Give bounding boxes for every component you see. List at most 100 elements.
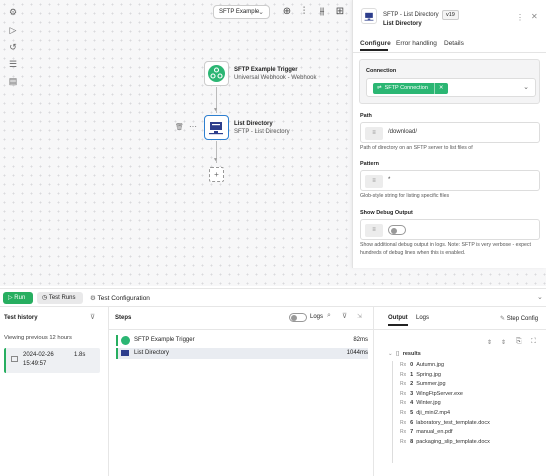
chevron-down-icon[interactable]: ⌄ — [537, 293, 543, 301]
run-label: Run — [14, 295, 26, 301]
logs-toggle[interactable] — [289, 313, 307, 322]
expression-icon[interactable]: ≡ — [365, 224, 383, 237]
test-config-label: Test Configuration — [97, 295, 150, 302]
play-icon: ▷ — [8, 295, 13, 301]
steps-title: Steps — [115, 315, 132, 321]
webhook-icon — [121, 336, 130, 345]
close-icon[interactable]: ✕ — [531, 12, 538, 21]
sort-icon[interactable]: ⇕ — [487, 339, 492, 346]
step-config-panel: SFTP - List Directory v19 List Directory… — [352, 0, 546, 268]
filter-icon[interactable]: ⊽ — [90, 313, 95, 321]
link-icon: ⇌ — [377, 85, 382, 91]
add-step-button[interactable]: + — [209, 167, 224, 182]
tree-item[interactable]: Rx 0 Autumn.jpg — [400, 362, 490, 372]
run-button[interactable]: ▷ Run — [3, 292, 33, 304]
tree-item[interactable]: Rx 1 Spring.jpg — [400, 372, 490, 382]
regex-type-icon: Rx — [400, 419, 407, 426]
test-history-title: Test history — [4, 315, 38, 321]
tree-item[interactable]: Rx 6 laboratory_test_template.docx — [400, 420, 490, 430]
path-hint: Path of directory on an SFTP server to l… — [360, 145, 473, 151]
expression-icon[interactable]: ≡ — [365, 127, 383, 140]
regex-type-icon: Rx — [400, 438, 407, 445]
filter-icon[interactable]: ⊽ — [342, 312, 347, 320]
expression-icon[interactable]: ≡ — [365, 175, 383, 188]
expand-icon[interactable]: ⛶ — [531, 338, 536, 346]
filter-sliders-icon[interactable]: ⫵ — [314, 5, 330, 19]
tree-guide — [392, 361, 393, 463]
test-toolbar: ▷ Run ◷ Test Runs ⚙ Test Configuration ⌄ — [0, 288, 546, 306]
test-runs-label: Test Runs — [48, 295, 76, 301]
webhook-icon — [208, 65, 225, 82]
tree-item[interactable]: Rx 5 dji_mini2.mp4 — [400, 410, 490, 420]
document-icon[interactable]: ▤ — [7, 75, 19, 87]
sftp-icon — [364, 12, 374, 21]
pattern-field[interactable]: ≡ * — [360, 170, 540, 191]
sftp-icon — [121, 350, 129, 356]
tab-logs[interactable]: Logs — [416, 315, 429, 321]
regex-type-icon: Rx — [400, 362, 407, 368]
tree-item[interactable]: Rx 2 Summer.jpg — [400, 381, 490, 391]
tab-configure[interactable]: Configure — [360, 40, 391, 47]
tree-root[interactable]: ⌄ [] results — [388, 351, 421, 361]
workflow-select[interactable]: SFTP Example ⌄ — [213, 5, 270, 19]
step-name[interactable]: List Directory — [383, 21, 422, 27]
grid-icon[interactable]: ⊞ — [332, 5, 348, 19]
run-time: 15:49:57 — [23, 361, 47, 367]
settings-icon[interactable]: ⚙ — [7, 6, 19, 18]
test-runs-button[interactable]: ◷ Test Runs — [37, 292, 83, 304]
connection-select[interactable]: ⇌ SFTP Connection ✕ ⌄ — [366, 78, 536, 97]
connection-section: Connection ⇌ SFTP Connection ✕ ⌄ — [359, 59, 540, 104]
tree-item[interactable]: Rx 8 packaging_slip_template.docx — [400, 439, 490, 449]
trigger-node-subtitle: Universal Webhook - Webhook — [234, 75, 317, 81]
remove-tag-icon[interactable]: ✕ — [433, 83, 444, 94]
test-history-panel: Test history ⊽ Viewing previous 12 hours… — [0, 307, 108, 476]
regex-type-icon: Rx — [400, 390, 407, 397]
step-row[interactable]: List Directory 1044ms — [116, 348, 368, 359]
connection-label: Connection — [366, 68, 397, 74]
list-directory-node-icon-box[interactable] — [204, 115, 229, 140]
regex-type-icon: Rx — [400, 381, 407, 388]
sliders-icon[interactable]: ⫶ — [296, 5, 312, 19]
path-field[interactable]: ≡ /download/ — [360, 122, 540, 143]
history-icon[interactable]: ↺ — [7, 41, 19, 53]
step-name: List Directory — [134, 350, 170, 356]
more-vertical-icon[interactable]: ⋮ — [516, 13, 524, 22]
sort-icon[interactable]: ⇕ — [501, 339, 506, 346]
globe-icon[interactable]: ⊕ — [279, 5, 295, 19]
logs-label: Logs — [310, 314, 324, 320]
trigger-node-icon-box[interactable] — [204, 61, 229, 86]
search-icon[interactable]: ⌕ — [327, 312, 331, 320]
tree-item[interactable]: Rx 7 manual_en.pdf — [400, 429, 490, 439]
pencil-icon: ✎ — [500, 316, 506, 322]
play-circle-icon[interactable]: ▷ — [7, 24, 19, 36]
inbox-icon[interactable]: ☰ — [7, 58, 19, 70]
step-name: SFTP Example Trigger — [134, 337, 195, 343]
regex-type-icon: Rx — [400, 409, 407, 416]
regex-type-icon: Rx — [400, 429, 407, 436]
step-config-link[interactable]: ✎ Step Config — [500, 315, 538, 322]
divider — [109, 329, 373, 330]
tree-item[interactable]: Rx 4 Winter.jpg — [400, 400, 490, 410]
path-label: Path — [360, 113, 372, 119]
tab-details[interactable]: Details — [444, 40, 464, 47]
connection-tag[interactable]: ⇌ SFTP Connection ✕ — [373, 83, 448, 94]
run-history-item[interactable]: 2024-02-26 15:49:57 1.8s — [4, 348, 100, 373]
list-node-subtitle: SFTP - List Directory — [234, 129, 290, 135]
step-config-label: Step Config — [506, 316, 539, 322]
expand-collapse-icon[interactable]: ⇲ — [357, 313, 362, 320]
arrow-down-icon: ▼ — [213, 157, 218, 163]
workflow-select-label: SFTP Example — [219, 9, 260, 15]
status-bar — [116, 335, 118, 346]
debug-hint: Show additional debug output in logs. No… — [360, 242, 531, 256]
test-config-button[interactable]: ⚙ Test Configuration — [90, 294, 150, 302]
arrow-down-icon: ▼ — [213, 107, 218, 113]
more-dots-icon[interactable]: ⋯ — [189, 122, 197, 131]
debug-toggle[interactable] — [388, 225, 406, 235]
tab-output[interactable]: Output — [388, 315, 408, 321]
copy-icon[interactable]: ⎘ — [516, 338, 522, 346]
tab-error-handling[interactable]: Error handling — [396, 40, 437, 47]
tree-item[interactable]: Rx 3 WingFtpServer.exe — [400, 391, 490, 401]
debug-field: ≡ — [360, 219, 540, 240]
step-row[interactable]: SFTP Example Trigger 82ms — [116, 335, 368, 346]
trash-icon[interactable]: 🗑 — [175, 123, 184, 131]
